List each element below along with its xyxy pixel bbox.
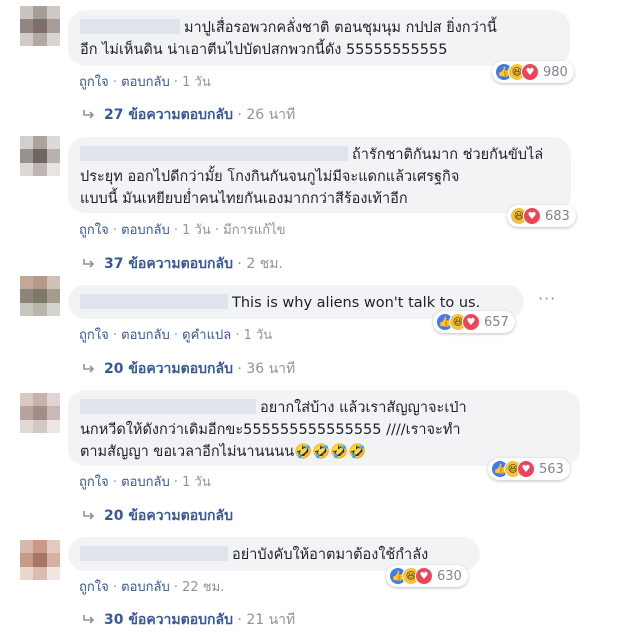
translate-link[interactable]: ดูคำแปล (182, 328, 231, 343)
replies-count: 30 ข้อความตอบกลับ (104, 612, 233, 628)
love-reaction-icon: ♥ (521, 63, 539, 81)
comment-actions: ถูกใจ · ตอบกลับ · ดูคำแปล · 1 วัน (79, 328, 273, 343)
view-replies-link[interactable]: 20 ข้อความตอบกลับ (82, 505, 233, 527)
comment-bubble: ถ้ารักชาติกันมาก ช่วยกันขับไล่ ประยุท ออ… (68, 137, 571, 213)
reaction-count: 563 (539, 461, 564, 477)
comment-timestamp[interactable]: 1 วัน (244, 328, 273, 343)
love-reaction-icon: ♥ (415, 567, 433, 585)
replies-time: 36 นาที (246, 361, 296, 377)
comment-actions: ถูกใจ · ตอบกลับ · 1 วัน (79, 475, 211, 490)
avatar[interactable] (20, 136, 60, 176)
like-link[interactable]: ถูกใจ (79, 580, 109, 595)
reply-arrow-icon (83, 511, 95, 520)
view-replies-link[interactable]: 20 ข้อความตอบกลับ · 36 นาที (82, 358, 295, 380)
comment-timestamp[interactable]: 22 ชม. (182, 580, 224, 595)
comment-bubble: มาปูเสื่อรอพวกคลั่งชาติ ตอนชุมนุม กปปส ย… (68, 10, 570, 66)
view-replies-link[interactable]: 27 ข้อความตอบกลับ · 26 นาที (82, 104, 295, 126)
replies-time: 26 นาที (246, 107, 296, 123)
view-replies-link[interactable]: 30 ข้อความตอบกลับ · 21 นาที (82, 609, 295, 631)
reply-link[interactable]: ตอบกลับ (121, 475, 170, 490)
like-link[interactable]: ถูกใจ (79, 223, 109, 238)
love-reaction-icon: ♥ (523, 207, 541, 225)
reaction-count: 683 (545, 208, 570, 224)
like-link[interactable]: ถูกใจ (79, 475, 109, 490)
reaction-count: 657 (484, 314, 509, 330)
commenter-name-redacted[interactable] (80, 146, 348, 161)
comment-text: This is why aliens won't talk to us. (232, 295, 481, 311)
avatar[interactable] (20, 276, 60, 316)
comment-bubble: อยากใส่บ้าง แล้วเราสัญญาจะเป่า นกหวีดให้… (68, 390, 580, 466)
commenter-name-redacted[interactable] (80, 546, 228, 561)
reaction-count: 980 (543, 64, 568, 80)
avatar[interactable] (20, 393, 60, 433)
avatar[interactable] (20, 540, 60, 580)
love-reaction-icon: ♥ (517, 460, 535, 478)
reply-arrow-icon (83, 364, 95, 373)
view-replies-link[interactable]: 37 ข้อความตอบกลับ · 2 ชม. (82, 253, 283, 275)
comment-timestamp[interactable]: 1 วัน (182, 223, 211, 238)
comment-actions: ถูกใจ · ตอบกลับ · 22 ชม. (79, 580, 225, 595)
reply-arrow-icon (83, 110, 95, 119)
replies-count: 20 ข้อความตอบกลับ (104, 361, 233, 377)
reply-arrow-icon (83, 259, 95, 268)
comment-timestamp[interactable]: 1 วัน (182, 75, 211, 90)
comment-text: อย่าบังคับให้อาตมาต้องใช้กำลัง (232, 547, 429, 563)
love-reaction-icon: ♥ (462, 313, 480, 331)
reply-link[interactable]: ตอบกลับ (121, 328, 170, 343)
reply-arrow-icon (83, 615, 95, 624)
comment-actions: ถูกใจ · ตอบกลับ · 1 วัน (79, 75, 211, 90)
edited-label[interactable]: มีการแก้ไข (223, 223, 285, 238)
comment-timestamp[interactable]: 1 วัน (182, 475, 211, 490)
replies-count: 20 ข้อความตอบกลับ (104, 508, 233, 524)
reply-link[interactable]: ตอบกลับ (121, 580, 170, 595)
comment-actions: ถูกใจ · ตอบกลับ · 1 วัน · มีการแก้ไข (79, 223, 286, 238)
reactions[interactable]: 😆 ♥ 683 (507, 205, 576, 227)
replies-count: 37 ข้อความตอบกลับ (104, 256, 233, 272)
reaction-count: 630 (437, 568, 462, 584)
reactions[interactable]: 👍 😆 ♥ 563 (488, 458, 570, 480)
reactions[interactable]: 👍 😆 ♥ 980 (492, 61, 574, 83)
like-link[interactable]: ถูกใจ (79, 75, 109, 90)
commenter-name-redacted[interactable] (80, 399, 256, 414)
reactions[interactable]: 👍 😆 ♥ 630 (386, 565, 468, 587)
reply-link[interactable]: ตอบกลับ (121, 223, 170, 238)
replies-count: 27 ข้อความตอบกลับ (104, 107, 233, 123)
replies-time: 21 นาที (246, 612, 296, 628)
reactions[interactable]: 👍 😆 ♥ 657 (433, 311, 515, 333)
commenter-name-redacted[interactable] (80, 19, 180, 34)
like-link[interactable]: ถูกใจ (79, 328, 109, 343)
reply-link[interactable]: ตอบกลับ (121, 75, 170, 90)
replies-time: 2 ชม. (246, 256, 283, 272)
commenter-name-redacted[interactable] (80, 294, 228, 309)
more-options-icon[interactable]: ··· (538, 289, 556, 308)
avatar[interactable] (20, 6, 60, 46)
